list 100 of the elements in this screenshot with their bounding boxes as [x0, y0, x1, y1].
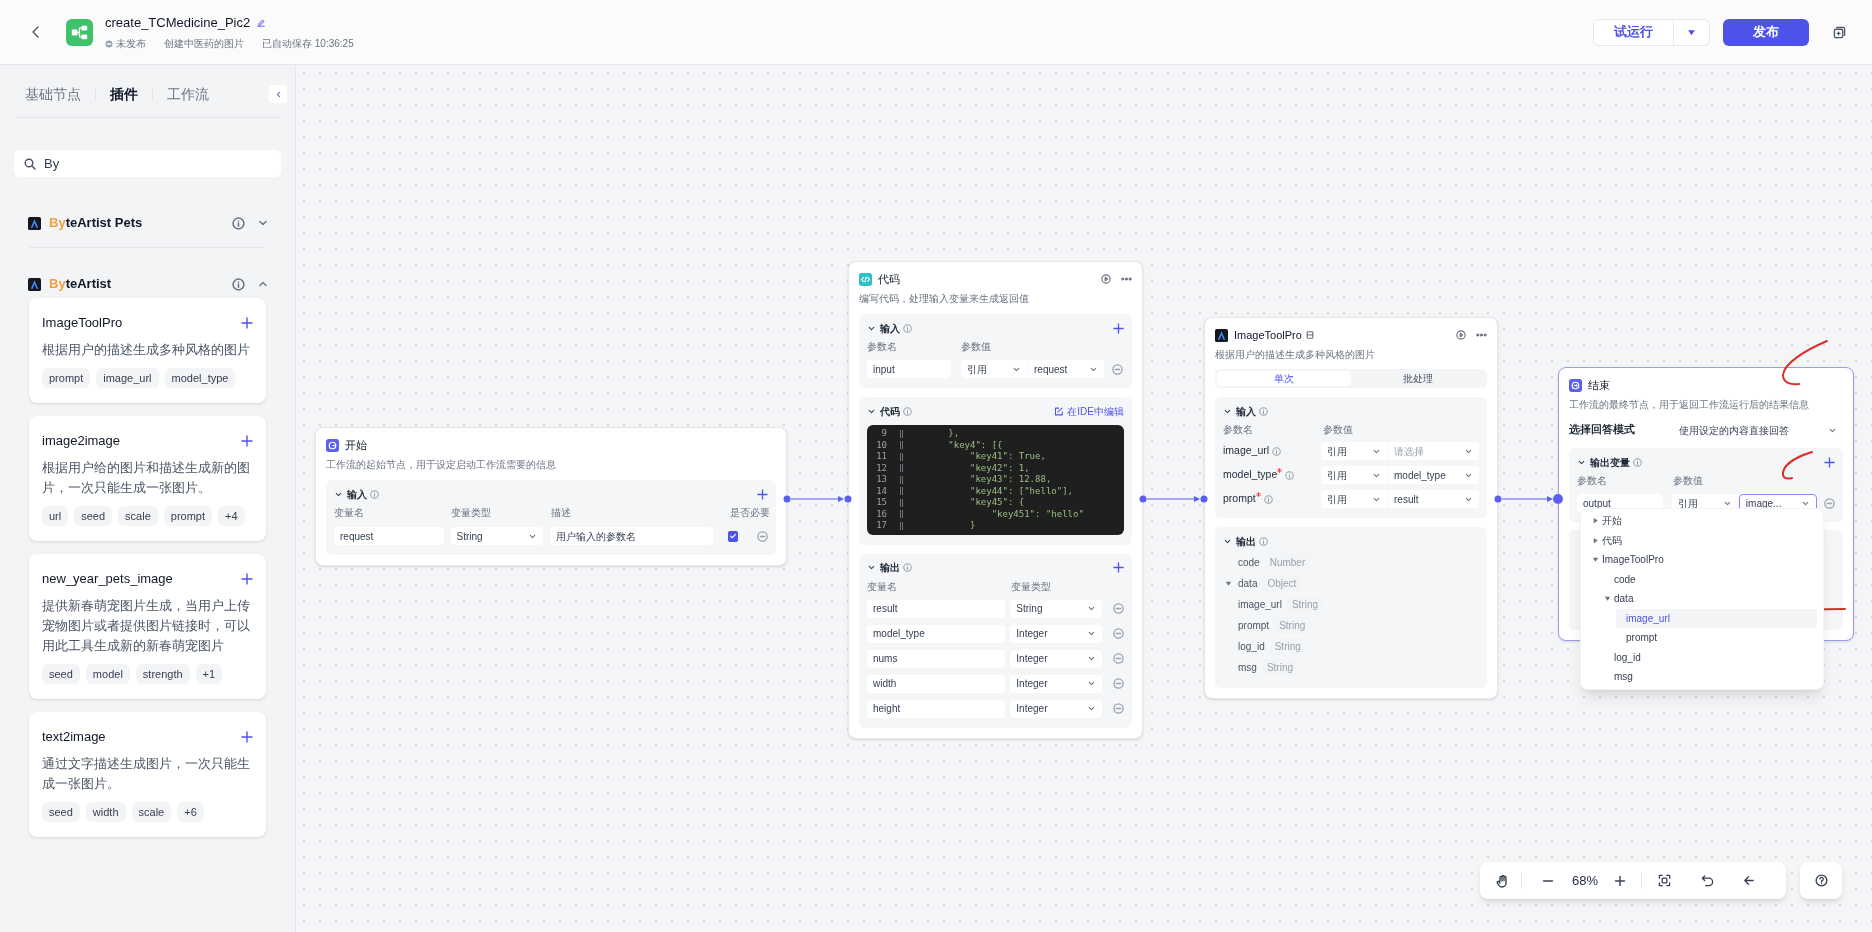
parameter-tag: +6 [177, 802, 204, 822]
menu-item[interactable]: 代码 [1592, 530, 1817, 550]
menu-item[interactable]: 开始 [1592, 511, 1817, 531]
panel-tab[interactable]: 基础节点 [25, 83, 81, 105]
publish-button[interactable]: 发布 [1723, 18, 1809, 46]
menu-item[interactable]: data [1604, 589, 1817, 609]
hand-icon[interactable] [1496, 873, 1510, 888]
plus-icon[interactable] [1113, 322, 1124, 334]
node-card[interactable] [848, 261, 1143, 739]
select-field[interactable]: String [450, 527, 543, 545]
column-header: 变量名 [867, 580, 898, 593]
code-line: "key45": { [969, 496, 1025, 509]
node-title: 代码 [878, 271, 900, 287]
input-field[interactable]: height [867, 699, 1005, 718]
select-field[interactable]: 引用 [1321, 490, 1388, 508]
panel-tab[interactable]: 插件 [110, 83, 138, 105]
node-title: ImageToolPro [1234, 327, 1302, 343]
menu-item[interactable]: image_url [1616, 608, 1817, 628]
parameter-tag: seed [42, 802, 80, 822]
undo-icon[interactable] [1701, 874, 1715, 887]
menu-item[interactable]: code [1604, 569, 1817, 589]
chevron-down-icon [1087, 704, 1097, 713]
copy-icon[interactable] [1833, 25, 1846, 39]
plus-icon[interactable] [1113, 562, 1124, 573]
line-number: 12 [875, 461, 887, 475]
parameter-tag: scale [118, 506, 158, 526]
workflow-description: 创建中医药的图片 [164, 37, 244, 52]
help-button[interactable] [1800, 862, 1842, 899]
mode-tab[interactable]: 批处理 [1351, 371, 1485, 386]
plus-icon[interactable] [241, 573, 253, 585]
caret-down-icon[interactable] [1592, 556, 1599, 564]
select-field[interactable]: Integer [1010, 624, 1103, 643]
input-field[interactable]: width [867, 674, 1005, 693]
tool-description: 根据用户的描述生成多种风格的图片 [42, 341, 251, 359]
info-icon [1259, 536, 1268, 546]
input-field[interactable]: 用户输入的参数名 [550, 527, 714, 545]
ide-edit-link[interactable]: 在IDE中编辑 [1054, 403, 1124, 419]
menu-item[interactable]: ImageToolPro [1592, 550, 1817, 570]
chevron-down-icon [1087, 604, 1097, 613]
plugin-logo-icon [1215, 328, 1228, 342]
caret-down-icon[interactable] [1687, 27, 1696, 37]
select-field[interactable]: Integer [1010, 674, 1103, 693]
select-field[interactable]: 引用 [1321, 442, 1388, 460]
play-icon[interactable] [1101, 274, 1111, 284]
more-icon[interactable] [1476, 333, 1487, 337]
node-card[interactable]: ImageToolPro 根据用户的描述生成多种风格的图片 单次 批处理 输入 参数名 参数值 image_url 引用 请选择 model_type 引用 model_type prompt 引用 result 输出 code Number data Object image_url String prompt String log_id String msg String [1204, 317, 1498, 699]
plus-icon[interactable] [757, 488, 768, 500]
select-field[interactable]: model_type [1388, 466, 1479, 484]
column-header: 参数名 [867, 341, 898, 353]
select-field[interactable]: result [1388, 490, 1479, 508]
input-field[interactable]: result [867, 599, 1005, 618]
select-field[interactable]: 引用 [961, 360, 1027, 378]
input-field[interactable]: nums [867, 649, 1005, 668]
play-icon[interactable] [1456, 330, 1466, 340]
select-field[interactable]: String [1010, 599, 1103, 618]
more-icon[interactable] [1121, 277, 1132, 281]
plugin-name[interactable]: ByteArtist [49, 274, 112, 294]
caret-down-icon[interactable] [1604, 595, 1611, 603]
workflow-title: create_TCMedicine_Pic2 [105, 13, 251, 32]
section-title: 输出 [880, 561, 900, 575]
required-checkbox[interactable] [728, 530, 739, 542]
menu-item[interactable]: msg [1604, 667, 1817, 687]
collapse-icon[interactable] [1742, 874, 1756, 887]
input-field[interactable]: model_type [867, 624, 1005, 643]
plugin-name[interactable]: ByteArtist Pets [49, 213, 143, 233]
plus-icon[interactable] [241, 435, 253, 447]
input-field[interactable]: input [867, 360, 951, 378]
column-header: 变量类型 [451, 507, 492, 519]
node-description: 根据用户的描述生成多种风格的图片 [1215, 348, 1376, 361]
code-line: "key44": ["hello"], [969, 484, 1073, 498]
zoom-level[interactable]: 68% [1572, 870, 1599, 891]
select-field[interactable]: Integer [1010, 699, 1103, 718]
annotation-stroke [1782, 340, 1828, 386]
line-number: 10 [875, 438, 887, 452]
chevron-down-icon [1087, 629, 1097, 638]
test-run-button[interactable]: 试运行 [1593, 18, 1674, 46]
caret-right-icon[interactable] [1592, 517, 1599, 525]
mode-tab[interactable]: 单次 [1217, 371, 1351, 386]
select-field[interactable]: 引用 [1321, 466, 1388, 484]
input-field[interactable]: request [334, 527, 444, 545]
plus-icon[interactable] [241, 317, 253, 329]
edit-icon[interactable] [256, 17, 267, 28]
select-field[interactable]: Integer [1010, 649, 1103, 668]
menu-item[interactable]: prompt [1616, 628, 1817, 648]
info-icon [1259, 406, 1268, 416]
start-node-icon [326, 438, 339, 452]
search-field[interactable]: By [14, 150, 281, 177]
chevron-down-icon[interactable] [867, 563, 876, 572]
plus-icon[interactable] [241, 731, 253, 743]
menu-item[interactable]: log_id [1604, 647, 1817, 667]
zoom-in-icon[interactable] [1614, 874, 1627, 887]
caret-right-icon[interactable] [1592, 536, 1599, 544]
caret-down-icon[interactable] [1225, 580, 1232, 587]
doc-icon[interactable] [1305, 331, 1314, 339]
info-icon [903, 323, 912, 333]
panel-tab[interactable]: 工作流 [167, 83, 209, 105]
node-card[interactable]: 开始 工作流的起始节点，用于设定启动工作流需要的信息 输入 变量名 变量类型 描述 是否必要 request String 用户输入的参数名 [315, 427, 787, 566]
fit-view-icon[interactable] [1658, 874, 1672, 887]
plus-icon[interactable] [1824, 456, 1835, 468]
select-field[interactable]: request [1028, 360, 1104, 378]
